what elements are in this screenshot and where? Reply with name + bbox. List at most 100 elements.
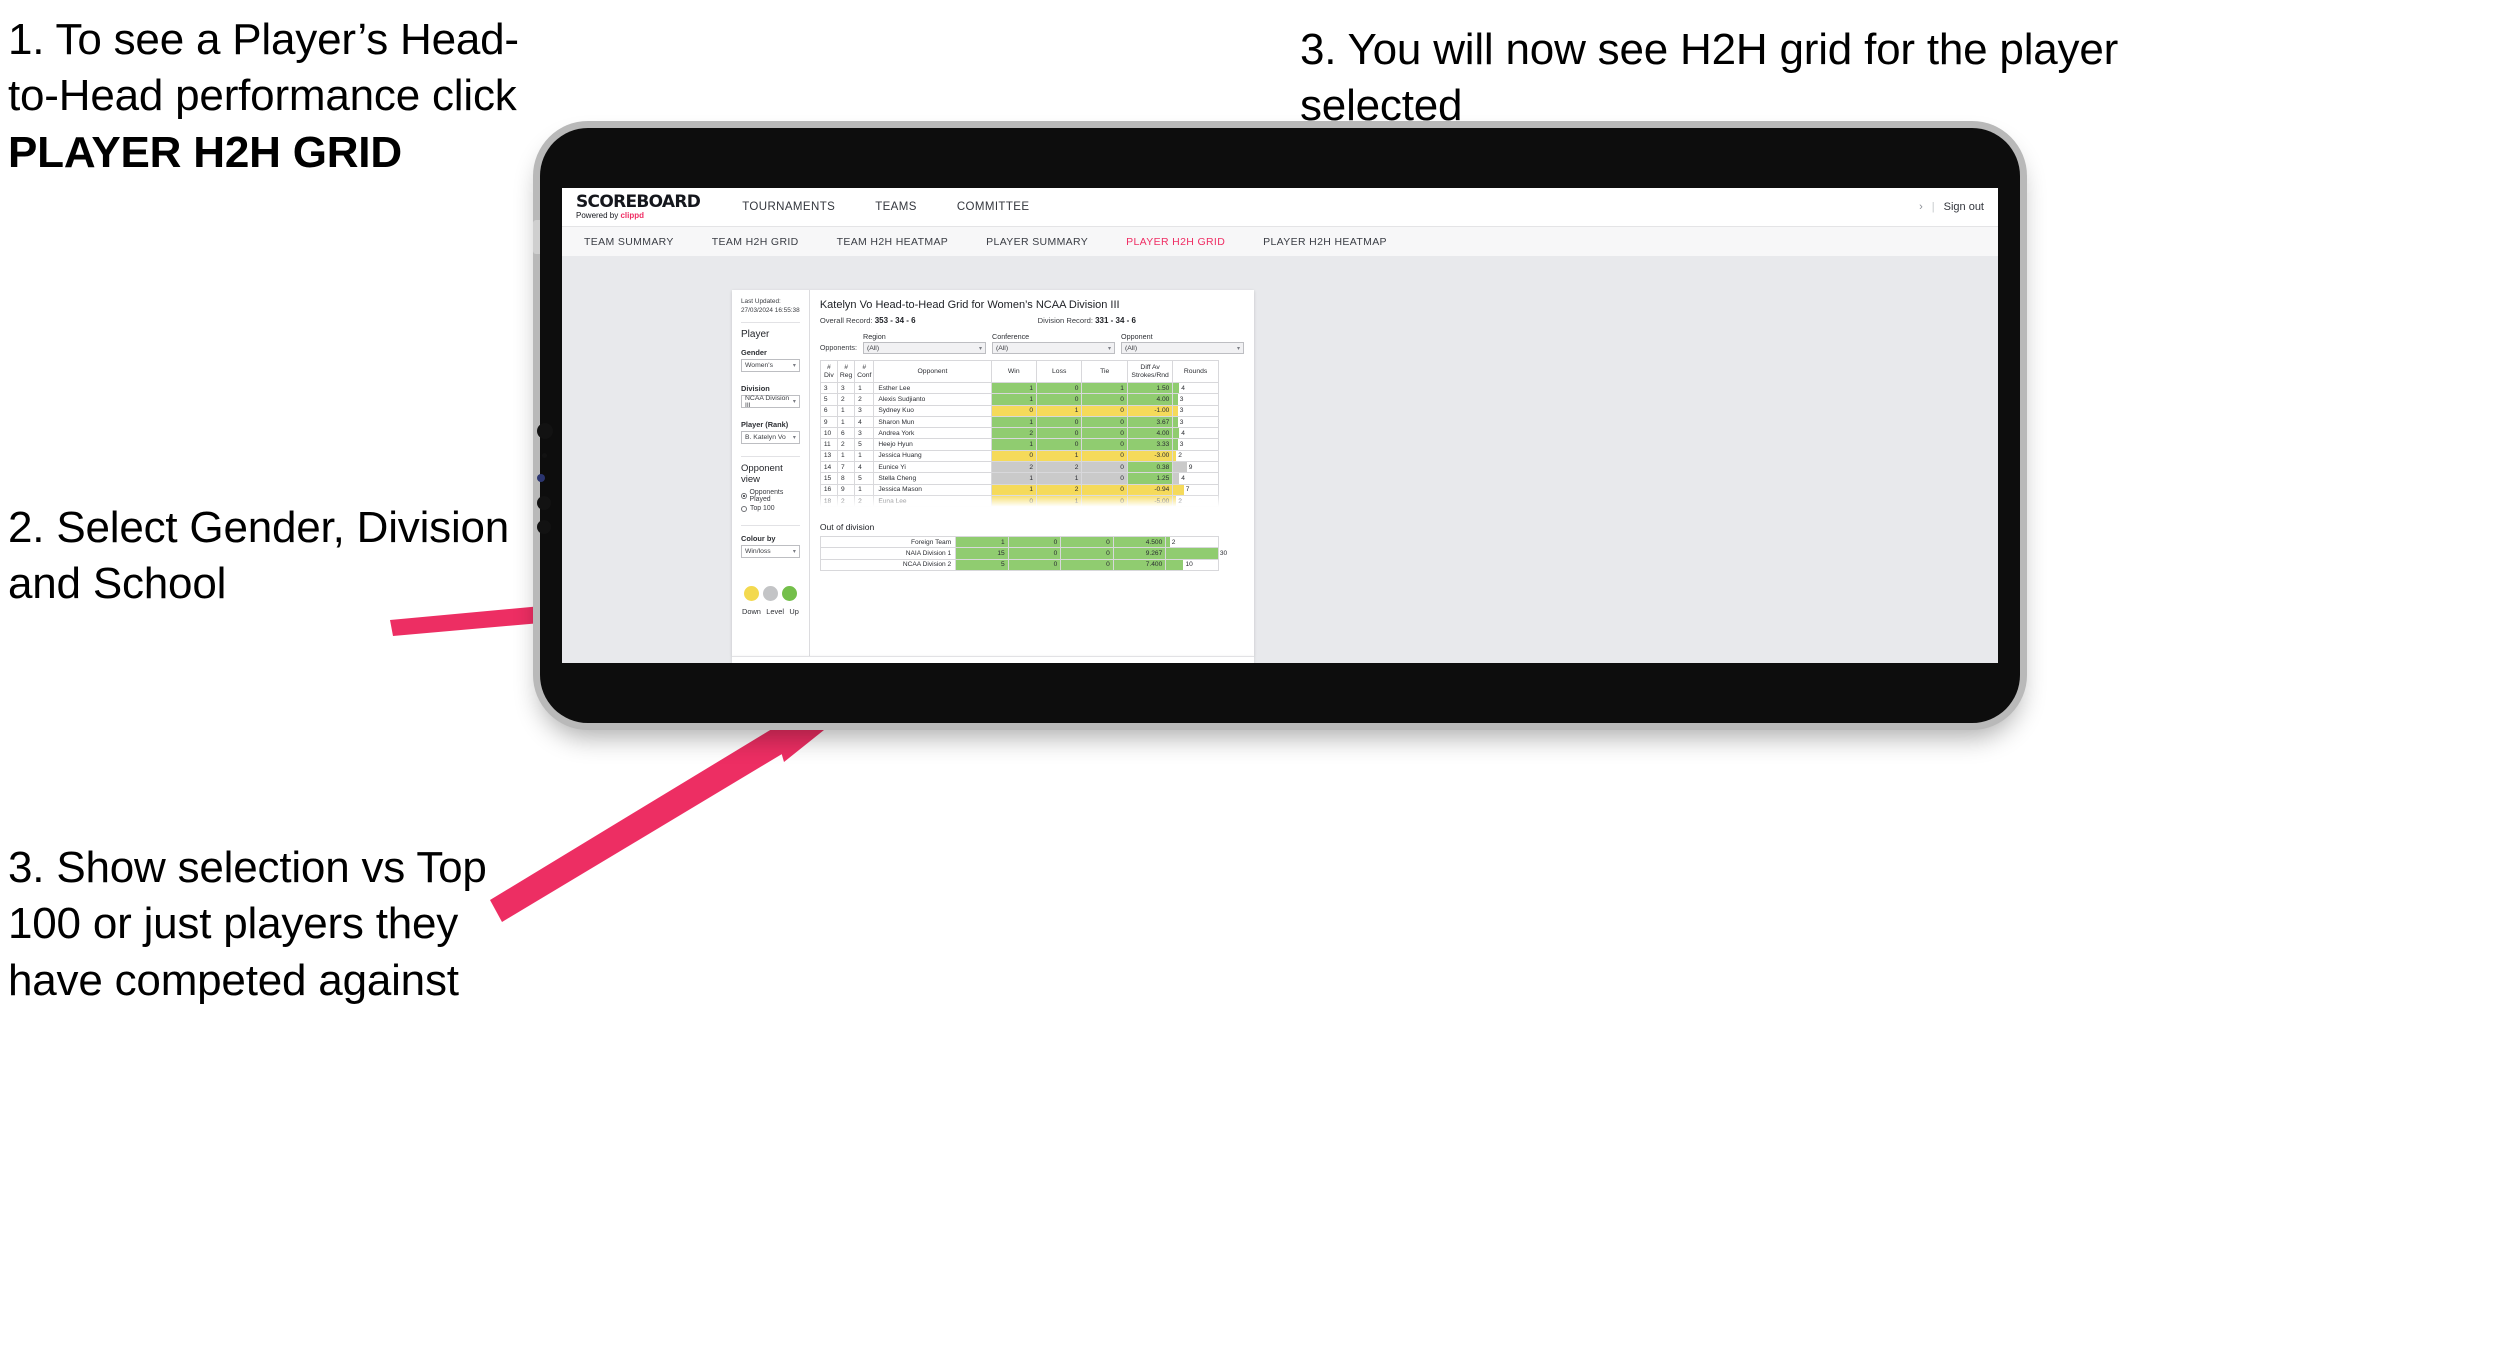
division-record: Division Record: 331 - 34 - 6 <box>1038 316 1136 325</box>
cell-opponent: Heejo Hyun <box>873 438 992 451</box>
cell-win: 0 <box>990 404 1037 417</box>
cell-conf: 3 <box>854 427 875 440</box>
chevron-down-icon: ▾ <box>1236 345 1240 352</box>
tableau-toolbar: ▾ View: Original Save Custom View Watch▾… <box>732 656 1254 663</box>
chevron-down-icon: ▾ <box>792 549 796 556</box>
col-div[interactable]: # Div <box>819 360 839 383</box>
chevron-right-icon[interactable]: › <box>1919 201 1923 213</box>
table-row[interactable]: 10 6 3 Andrea York 2 0 0 4.00 4 <box>819 427 1219 440</box>
tablet-button-1 <box>537 423 553 439</box>
out-of-division-title: Out of division <box>819 522 875 532</box>
cell-rounds: 4 <box>1172 427 1219 440</box>
gender-select-value: Women's <box>745 362 773 370</box>
conference-filter-value: (All) <box>996 344 1009 352</box>
col-diff-av[interactable]: Diff Av Strokes/Rnd <box>1126 360 1174 383</box>
cell-div: 10 <box>819 427 839 440</box>
cell-rounds: 2 <box>1172 449 1219 463</box>
callout-step-1-line2: to-Head performance click <box>8 71 517 121</box>
panel-divider-1 <box>741 322 800 324</box>
cell-conf: 2 <box>854 393 875 406</box>
table-row[interactable]: 11 2 5 Heejo Hyun 1 0 0 3.33 3 <box>819 438 1219 451</box>
col-diff-l2: Strokes/Rnd <box>1131 371 1169 379</box>
callout-step-2: 2. Select Gender, Division and School <box>8 503 510 609</box>
out-of-division-row[interactable]: NAIA Division 1 15 0 0 9.267 30 <box>819 547 1227 560</box>
table-row[interactable]: 13 1 1 Jessica Huang 0 1 0 -3.00 2 <box>819 449 1219 463</box>
col-conf-l1: # <box>862 363 867 371</box>
tab-player-h2h-grid[interactable]: PLAYER H2H GRID <box>1126 236 1225 248</box>
legend-swatch-down <box>744 586 759 602</box>
gender-select[interactable]: Women's ▾ <box>741 359 800 373</box>
cell-opponent: Jessica Huang <box>873 449 992 463</box>
cell-ood-loss: 0 <box>1007 547 1062 560</box>
cell-opponent: Eunice Yi <box>873 461 992 474</box>
division-record-value: 331 - 34 - 6 <box>1095 316 1136 325</box>
player-rank-select[interactable]: B. Katelyn Vo ▾ <box>741 431 800 445</box>
table-row[interactable]: 6 1 3 Sydney Kuo 0 1 0 -1.00 3 <box>819 404 1219 417</box>
col-div-l1: # <box>827 363 831 371</box>
out-of-division-row[interactable]: Foreign Team 1 0 0 4.500 2 <box>819 535 1219 549</box>
region-filter-value: (All) <box>867 344 880 352</box>
header-divider: | <box>1931 201 1935 213</box>
col-opponent[interactable]: Opponent <box>873 360 992 383</box>
out-of-division-row[interactable]: NCAA Division 2 5 0 0 7.400 10 <box>819 558 1219 571</box>
cell-loss: 0 <box>1035 427 1083 440</box>
table-row[interactable]: 14 7 4 Eunice Yi 2 2 0 0.38 9 <box>819 461 1219 474</box>
cell-rounds: 4 <box>1172 381 1219 395</box>
cell-loss: 1 <box>1035 404 1083 417</box>
cell-conf: 4 <box>854 415 875 429</box>
tablet-button-4 <box>537 496 551 510</box>
cell-loss: 0 <box>1035 393 1083 406</box>
radio-opponents-played[interactable]: Opponents Played <box>741 489 800 503</box>
colour-by-select[interactable]: Win/loss ▾ <box>741 545 800 559</box>
nav-item-committee[interactable]: COMMITTEE <box>957 201 1030 213</box>
cell-ood-loss: 0 <box>1007 535 1062 549</box>
gender-label: Gender <box>741 348 767 358</box>
col-rounds[interactable]: Rounds <box>1172 360 1219 383</box>
col-conf[interactable]: # Conf <box>854 360 875 383</box>
out-of-division-table: Foreign Team 1 0 0 4.500 2 NAIA Division 1 15 0 0… <box>819 535 1227 571</box>
signout-link[interactable]: Sign out <box>1944 201 1984 213</box>
region-filter-select[interactable]: (All) ▾ <box>863 342 986 354</box>
rounds-value: 7 <box>1185 486 1190 494</box>
division-record-label: Division Record: <box>1037 316 1093 325</box>
cell-reg: 3 <box>836 381 856 395</box>
tab-team-summary[interactable]: TEAM SUMMARY <box>584 236 674 248</box>
opponent-filter: Opponent (All) ▾ <box>1121 332 1244 354</box>
conference-filter-select[interactable]: (All) ▾ <box>992 342 1115 354</box>
chevron-down-icon: ▾ <box>978 345 982 352</box>
division-select[interactable]: NCAA Division III ▾ <box>741 395 800 409</box>
cell-tie: 0 <box>1081 438 1128 451</box>
panel-divider-3 <box>741 525 800 527</box>
radio-top-100[interactable]: Top 100 <box>741 505 800 512</box>
cell-ood-win: 1 <box>955 535 1009 549</box>
tab-player-summary[interactable]: PLAYER SUMMARY <box>986 236 1088 248</box>
cell-conf: 4 <box>854 461 875 474</box>
overall-record: Overall Record: 353 - 34 - 6 <box>820 316 916 325</box>
cell-conf: 1 <box>854 381 875 395</box>
cell-ood-label: NCAA Division 2 <box>819 558 957 571</box>
table-row[interactable]: 15 8 5 Stella Cheng 1 1 0 1.25 4 <box>819 472 1219 485</box>
tab-team-h2h-heatmap[interactable]: TEAM H2H HEATMAP <box>837 236 949 248</box>
radio-opponents-played-label: Opponents Played <box>749 489 784 504</box>
cell-tie: 0 <box>1081 472 1128 485</box>
tab-player-h2h-heatmap[interactable]: PLAYER H2H HEATMAP <box>1263 236 1387 248</box>
cell-reg: 8 <box>836 472 856 485</box>
cell-div: 14 <box>819 461 839 474</box>
opponent-filter-select[interactable]: (All) ▾ <box>1121 342 1244 354</box>
col-loss[interactable]: Loss <box>1035 360 1083 383</box>
col-div-l2: Div <box>824 371 834 379</box>
cell-opponent: Alexis Sudjianto <box>873 393 992 406</box>
col-reg[interactable]: # Reg <box>836 360 856 383</box>
nav-item-tournaments[interactable]: TOURNAMENTS <box>742 201 835 213</box>
table-row[interactable]: 9 1 4 Sharon Mun 1 0 0 3.67 3 <box>819 415 1219 429</box>
nav-item-teams[interactable]: TEAMS <box>875 201 917 213</box>
table-row[interactable]: 5 2 2 Alexis Sudjianto 1 0 0 4.00 3 <box>819 393 1219 406</box>
cell-div: 6 <box>819 404 839 417</box>
col-win[interactable]: Win <box>990 360 1037 383</box>
cell-ood-tie: 0 <box>1060 558 1114 571</box>
cell-diff: 3.33 <box>1126 438 1174 451</box>
table-row[interactable]: 3 3 1 Esther Lee 1 0 1 1.50 4 <box>819 381 1219 395</box>
col-tie[interactable]: Tie <box>1081 360 1128 383</box>
cell-ood-rounds: 30 <box>1165 547 1227 560</box>
tab-team-h2h-grid[interactable]: TEAM H2H GRID <box>712 236 799 248</box>
